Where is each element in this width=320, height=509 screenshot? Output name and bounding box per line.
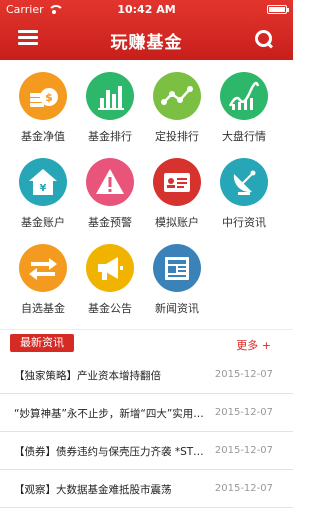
tile-demo-account[interactable]: 模拟账户 (144, 158, 210, 238)
news-list-item[interactable]: 【独家策略】产业资本增持翻倍 2015-12-07 (0, 356, 293, 394)
bar-chart-icon (86, 72, 134, 120)
tile-label: 基金账户 (21, 216, 65, 229)
news-headline: 【债券】债券违约与保壳压力齐袭 *ST… (14, 446, 204, 458)
tile-boc-news[interactable]: 中行资讯 (211, 158, 277, 238)
tile-label: 大盘行情 (222, 130, 266, 143)
tile-label: 基金净值 (21, 130, 65, 143)
tile-watchlist[interactable]: 自选基金 (10, 244, 76, 324)
app-header: Carrier 10:42 AM 玩赚基金 (0, 0, 293, 60)
section-divider (0, 329, 293, 330)
tile-fund-account[interactable]: ¥ 基金账户 (10, 158, 76, 238)
tile-fund-notice[interactable]: 基金公告 (77, 244, 143, 324)
news-list-item[interactable]: 【观察】大数据基金难抵股市震荡 2015-12-07 (0, 470, 293, 508)
tile-label: 基金排行 (88, 130, 132, 143)
news-headline: “妙算神基”永不止步，新增“四大”实用… (14, 408, 204, 420)
battery-icon (267, 5, 289, 14)
tile-market[interactable]: 大盘行情 (211, 72, 277, 152)
tile-label: 中行资讯 (222, 216, 266, 229)
latest-news-tag: 最新资讯 (10, 334, 74, 352)
warning-triangle-icon (86, 158, 134, 206)
tile-label: 基金公告 (88, 302, 132, 315)
news-date: 2015-12-07 (214, 483, 273, 494)
tile-label: 模拟账户 (155, 216, 199, 229)
tile-fund-alert[interactable]: 基金预警 (77, 158, 143, 238)
status-bar: Carrier 10:42 AM (6, 3, 289, 17)
svg-text:¥: ¥ (40, 183, 47, 194)
coins-dollar-icon: $ (19, 72, 67, 120)
tile-fund-nav[interactable]: $ 基金净值 (10, 72, 76, 152)
more-news-link[interactable]: 更多 + (236, 337, 271, 353)
newspaper-icon (153, 244, 201, 292)
news-date: 2015-12-07 (214, 369, 273, 380)
tile-label: 新闻资讯 (155, 302, 199, 315)
tile-label: 定投排行 (155, 130, 199, 143)
news-headline: 【独家策略】产业资本增持翻倍 (14, 370, 161, 382)
news-headline: 【观察】大数据基金难抵股市震荡 (14, 484, 172, 496)
exchange-arrows-icon (19, 244, 67, 292)
news-date: 2015-12-07 (214, 407, 273, 418)
search-icon[interactable] (255, 30, 273, 48)
page-title: 玩赚基金 (110, 33, 183, 53)
id-card-icon (153, 158, 201, 206)
news-list-item[interactable]: 【债券】债券违约与保壳压力齐袭 *ST… 2015-12-07 (0, 432, 293, 470)
news-list-item[interactable]: “妙算神基”永不止步，新增“四大”实用… 2015-12-07 (0, 394, 293, 432)
latest-news-header: 最新资讯 更多 + (0, 332, 293, 356)
tile-news[interactable]: 新闻资讯 (144, 244, 210, 324)
tile-label: 基金预警 (88, 216, 132, 229)
tile-fund-ranking[interactable]: 基金排行 (77, 72, 143, 152)
clock: 10:42 AM (117, 3, 176, 16)
megaphone-icon (86, 244, 134, 292)
svg-text:$: $ (45, 91, 53, 104)
satellite-dish-icon (220, 158, 268, 206)
wave-chart-icon (220, 72, 268, 120)
tile-plan-ranking[interactable]: 定投排行 (144, 72, 210, 152)
line-trend-icon (153, 72, 201, 120)
house-yen-icon: ¥ (19, 158, 67, 206)
tile-label: 自选基金 (21, 302, 65, 315)
news-date: 2015-12-07 (214, 445, 273, 456)
